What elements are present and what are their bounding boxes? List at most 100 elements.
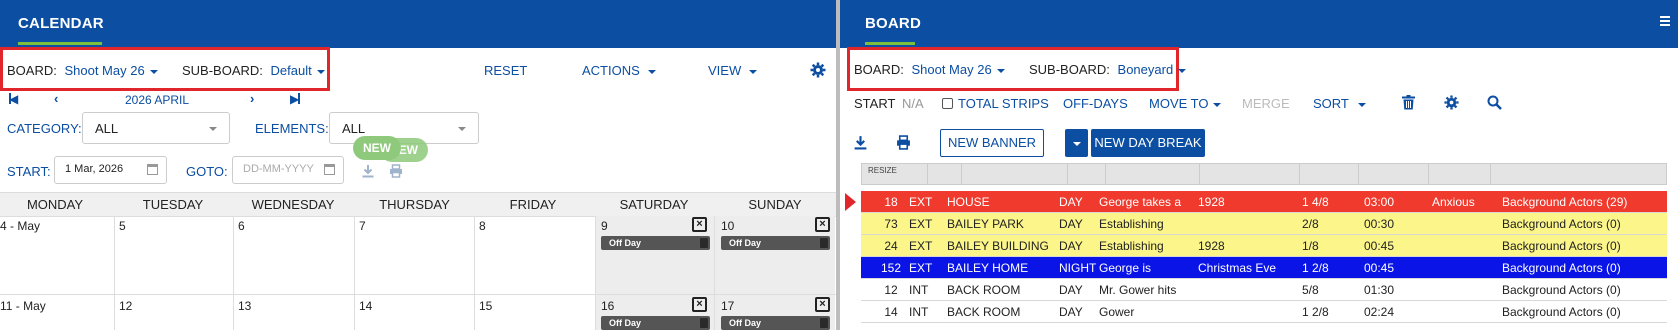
new-day-break-dropdown[interactable] [1065,129,1088,157]
panel-splitter[interactable] [836,0,840,330]
strip-row[interactable]: 18 EXT HOUSE DAY George takes a 1928 1 4/8 03:0… [861,191,1667,213]
column-divider [1358,164,1359,184]
total-strips-checkbox[interactable] [942,98,953,109]
calendar-close-icon[interactable]: × [815,217,830,232]
grid-line [474,216,475,330]
off-days-button[interactable]: OFF-DAYS [1063,96,1128,111]
strip-set: BAILEY BUILDING [947,239,1049,253]
strip-row[interactable]: 12 INT BACK ROOM DAY Mr. Gower hits 5/8 01:30 B… [861,279,1667,301]
strip-set: BACK ROOM [947,305,1021,319]
strip-table-header: RESIZE [861,163,1667,185]
day-cell-number[interactable]: 11 - May [0,299,46,313]
strip-synopsis: Mr. Gower hits [1099,283,1177,297]
actions-menu[interactable]: ACTIONS [582,63,656,78]
day-cell-number[interactable]: 10 [721,219,734,233]
calendar-subboard-selector[interactable]: SUB-BOARD: Default [182,63,325,78]
reset-button[interactable]: RESET [484,63,527,78]
day-cell-number[interactable]: 5 [119,219,126,233]
day-cell-number[interactable]: 16 [601,299,614,313]
strip-synopsis: Gower [1099,305,1135,319]
board-start-label: START [854,96,896,111]
day-cell-number[interactable]: 7 [359,219,366,233]
board-subboard-selector[interactable]: SUB-BOARD: Boneyard [1029,62,1187,77]
grid-line [714,216,715,330]
day-cell-number[interactable]: 17 [721,299,734,313]
board-subboard-label: SUB-BOARD: [1029,62,1110,77]
goto-date-input[interactable]: DD-MM-YYYY [232,156,344,184]
new-badge: NEW [353,136,401,160]
strip-row[interactable]: 24 EXT BAILEY BUILDING DAY Establishing 1928 1… [861,235,1667,257]
next-month-icon[interactable]: › [250,91,254,106]
elements-value: ALL [342,121,366,136]
goto-date-placeholder: DD-MM-YYYY [243,163,314,175]
calendar-board-selector[interactable]: BOARD: Shoot May 26 [7,63,158,78]
off-day-banner[interactable]: Off Day [601,316,710,330]
board-title: BOARD [865,15,921,32]
goto-label: GOTO: [186,164,228,179]
day-cell-number[interactable]: 12 [119,299,132,313]
trash-icon[interactable] [1402,95,1415,110]
strip-row[interactable]: 73 EXT BAILEY PARK DAY Establishing 2/8 00:30 B… [861,213,1667,235]
strip-dn: DAY [1059,217,1083,231]
strip-time: 00:45 [1364,239,1395,253]
chevron-down-icon [1213,102,1222,107]
day-cell-number[interactable]: 4 - May [0,219,40,233]
strip-dn: DAY [1059,283,1083,297]
new-banner-button[interactable]: NEW BANNER [940,129,1044,157]
day-cell-number[interactable]: 14 [359,299,372,313]
search-icon[interactable] [1487,95,1502,110]
strip-time: 00:30 [1364,217,1395,231]
settings-gear-icon[interactable] [810,62,826,78]
print-icon[interactable] [389,164,403,178]
resize-handle[interactable]: RESIZE [868,166,897,175]
grid-line [0,294,836,295]
board-download-icon[interactable] [853,135,868,150]
view-menu[interactable]: VIEW [708,63,758,78]
board-settings-gear-icon[interactable] [1444,95,1459,110]
strip-row[interactable]: 14 INT BACK ROOM DAY Gower 1 2/8 02:24 Backgrou… [861,301,1667,323]
strip-pages: 1 2/8 [1302,305,1329,319]
start-date-input[interactable]: 1 Mar, 2026 [54,156,167,184]
column-divider [1105,164,1106,184]
off-day-banner[interactable]: Off Day [721,316,830,330]
day-header-monday: MONDAY [26,197,84,212]
current-strip-marker-icon [845,193,856,211]
strip-row[interactable]: 152 EXT BAILEY HOME NIGHT George is Christmas… [861,257,1667,279]
category-select[interactable]: ALL [82,112,230,144]
total-strips-toggle[interactable]: TOTAL STRIPS [942,96,1049,111]
new-day-break-button[interactable]: NEW DAY BREAK [1091,129,1205,157]
strip-ie: INT [909,305,929,319]
download-icon[interactable] [361,164,375,178]
calendar-subboard-value[interactable]: Default [271,63,312,78]
chevron-down-icon [996,68,1005,73]
merge-button[interactable]: MERGE [1242,96,1290,111]
day-cell-number[interactable]: 6 [238,219,245,233]
day-cell-number[interactable]: 8 [479,219,486,233]
off-day-banner[interactable]: Off Day [601,236,710,250]
day-cell-number[interactable]: 13 [238,299,251,313]
board-subboard-value[interactable]: Boneyard [1118,62,1174,77]
board-board-selector[interactable]: BOARD: Shoot May 26 [854,62,1005,77]
day-cell-number[interactable]: 9 [601,219,608,233]
day-header-wednesday: WEDNESDAY [251,197,335,212]
strip-synopsis: Establishing [1099,239,1164,253]
off-day-banner[interactable]: Off Day [721,236,830,250]
hamburger-menu-icon[interactable] [1660,16,1670,26]
strip-time: 00:45 [1364,261,1395,275]
move-to-menu[interactable]: MOVE TO [1149,96,1222,111]
sort-menu[interactable]: SORT [1313,96,1366,111]
day-cell-number[interactable]: 15 [479,299,492,313]
strip-extra: 1928 [1198,195,1225,209]
prev-month-icon[interactable]: ‹ [54,91,58,106]
strip-cast: Background Actors (29) [1502,195,1628,209]
calendar-close-icon[interactable]: × [815,297,830,312]
chevron-down-icon [1357,102,1366,107]
board-header: BOARD [840,0,1678,48]
calendar-close-icon[interactable]: × [692,297,707,312]
calendar-board-value[interactable]: Shoot May 26 [64,63,144,78]
board-print-icon[interactable] [896,135,911,150]
board-board-value[interactable]: Shoot May 26 [911,62,991,77]
board-board-label: BOARD: [854,62,904,77]
strip-pages: 5/8 [1302,283,1319,297]
calendar-close-icon[interactable]: × [692,217,707,232]
